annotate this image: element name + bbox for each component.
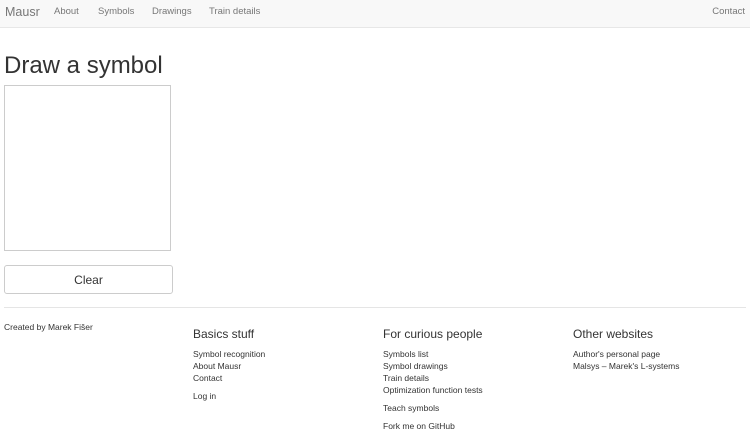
footer-column-basics: Basics stuff Symbol recognition About Ma… (193, 327, 265, 402)
footer-column-other: Other websites Author's personal page Ma… (573, 327, 679, 372)
footer-link-about-mausr[interactable]: About Mausr (193, 361, 241, 371)
footer-column-curious: For curious people Symbols list Symbol d… (383, 327, 483, 432)
nav-train-details[interactable]: Train details (209, 6, 260, 17)
footer-credit: Created by Marek Fišer (4, 322, 93, 332)
page-title: Draw a symbol (4, 52, 163, 79)
footer-link-optimization-tests[interactable]: Optimization function tests (383, 385, 483, 395)
footer-link-github[interactable]: Fork me on GitHub (383, 421, 455, 431)
footer-link-train-details[interactable]: Train details (383, 373, 429, 383)
footer-heading-other: Other websites (573, 327, 654, 341)
nav-drawings[interactable]: Drawings (152, 6, 192, 17)
footer-link-malsys[interactable]: Malsys – Marek's L-systems (573, 361, 679, 371)
footer-link-symbols-list[interactable]: Symbols list (383, 349, 428, 359)
footer-link-contact[interactable]: Contact (193, 373, 222, 383)
top-navbar: Mausr About Symbols Drawings Train detai… (0, 0, 750, 28)
footer-link-symbol-recognition[interactable]: Symbol recognition (193, 349, 265, 359)
footer-link-author-page[interactable]: Author's personal page (573, 349, 660, 359)
clear-button[interactable]: Clear (4, 265, 173, 294)
drawing-canvas[interactable] (4, 85, 171, 251)
footer-divider (4, 307, 746, 308)
nav-contact[interactable]: Contact (712, 6, 745, 17)
footer-link-teach-symbols[interactable]: Teach symbols (383, 403, 439, 413)
nav-symbols[interactable]: Symbols (98, 6, 134, 17)
footer-heading-basics: Basics stuff (193, 327, 255, 341)
footer-link-log-in[interactable]: Log in (193, 391, 216, 401)
brand-link[interactable]: Mausr (5, 5, 40, 19)
footer-heading-curious: For curious people (383, 327, 483, 341)
nav-about[interactable]: About (54, 6, 79, 17)
footer-link-symbol-drawings[interactable]: Symbol drawings (383, 361, 448, 371)
